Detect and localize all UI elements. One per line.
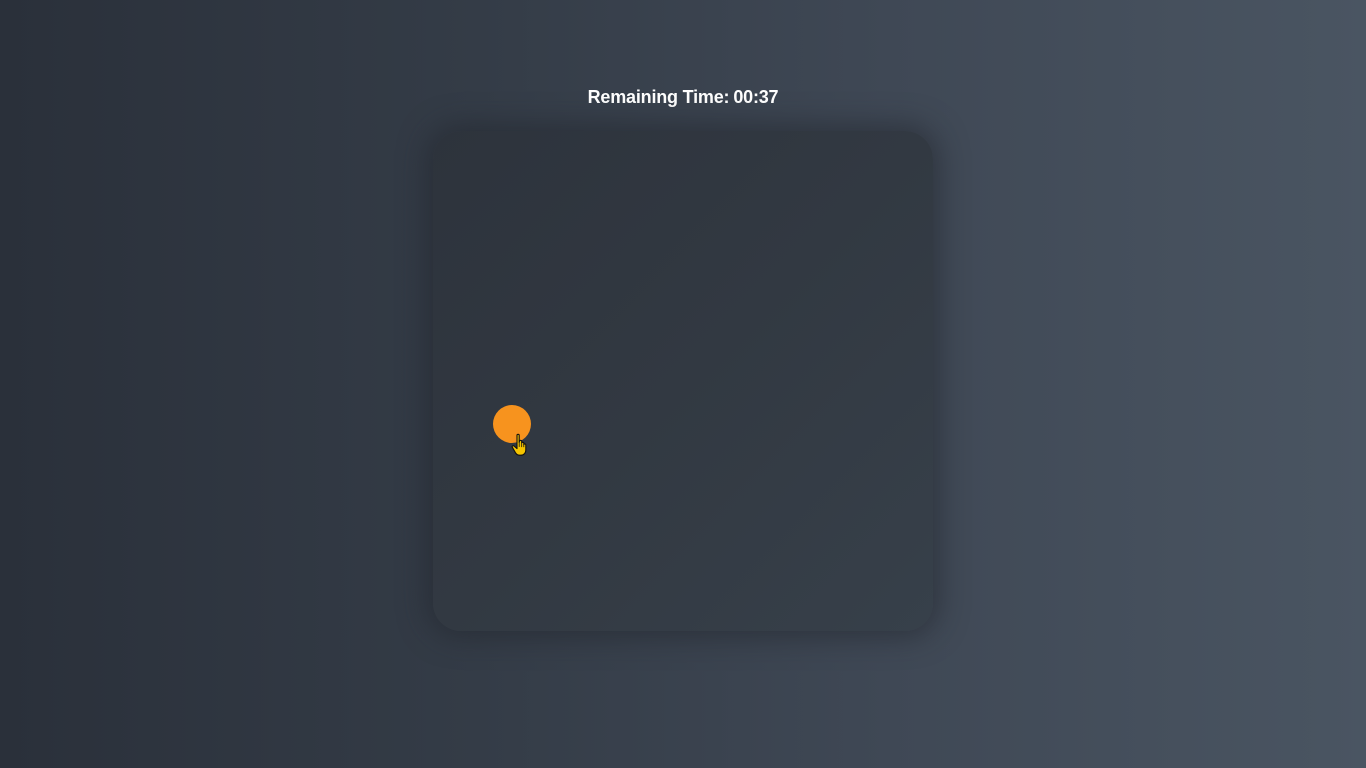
target-circle[interactable] bbox=[493, 405, 531, 443]
game-board[interactable] bbox=[433, 131, 933, 631]
remaining-time-value: 00:37 bbox=[733, 87, 779, 107]
remaining-time-label: Remaining Time: bbox=[587, 87, 730, 107]
remaining-time-display: Remaining Time: 00:37 bbox=[0, 86, 1366, 108]
